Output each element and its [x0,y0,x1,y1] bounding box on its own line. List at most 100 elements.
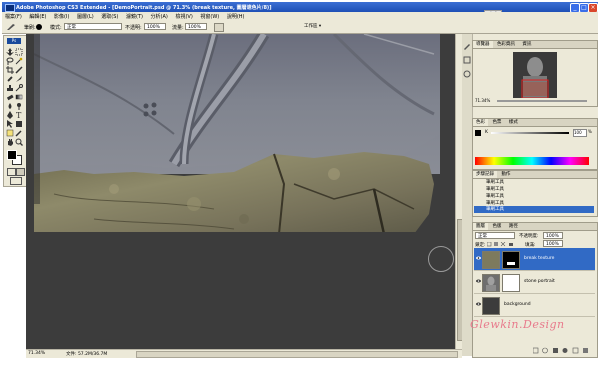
notes-tool-icon[interactable] [6,129,14,137]
layer-mask-thumbnail[interactable] [502,274,520,292]
crop-tool-icon[interactable] [6,66,14,74]
shape-tool-icon[interactable] [15,120,23,128]
flow-field[interactable]: 100% [185,23,207,30]
tab-info[interactable]: 資訊 [519,41,534,48]
layer-row-stone-portrait[interactable]: stone portrait [474,271,595,294]
healing-brush-tool-icon[interactable] [6,75,14,83]
visibility-eye-icon[interactable] [476,256,481,260]
color-panel-foreground[interactable] [475,130,481,136]
brush-preview-icon[interactable] [36,24,42,30]
menu-view[interactable]: 檢視(V) [172,12,195,21]
layers-panel: 圖層 色版 路徑 正常 不透明度: 100% 鎖定: 填滿: 100% brea… [472,222,598,358]
slice-tool-icon[interactable] [15,66,23,74]
menu-analysis[interactable]: 分析(A) [148,12,171,21]
opacity-label: 不透明: [125,25,142,31]
hand-tool-icon[interactable] [6,138,14,146]
layer-opacity-label: 不透明度: [519,234,539,239]
menu-edit[interactable]: 編輯(E) [26,12,49,21]
history-item[interactable]: 筆刷工具 [474,186,594,193]
menu-window[interactable]: 視窗(W) [197,12,222,21]
gradient-tool-icon[interactable] [15,93,23,101]
document-canvas[interactable] [34,34,440,234]
layer-thumbnail [482,297,500,315]
layer-row-background[interactable]: background [474,294,595,317]
toolbox: Ps T [3,35,27,187]
layer-opacity-field[interactable]: 100% [543,232,563,239]
tab-layers[interactable]: 圖層 [473,223,488,230]
tool-presets-panel-icon[interactable] [463,70,471,78]
horizontal-scrollbar[interactable] [136,351,458,358]
flow-label: 流量: [172,25,184,31]
clone-source-panel-icon[interactable] [463,56,471,64]
workspace-button[interactable]: 工作區 ▾ [302,23,332,30]
photoshop-app-icon [5,4,15,12]
type-tool-icon[interactable]: T [15,111,23,120]
status-zoom[interactable]: 71.34% [28,351,45,356]
layer-row-break-texture[interactable]: break texture [474,248,595,271]
layers-footer-buttons [532,347,595,354]
blur-tool-icon[interactable] [6,102,14,110]
foreground-color-swatch[interactable] [7,150,17,160]
eraser-tool-icon[interactable] [6,93,14,101]
menu-image[interactable]: 影像(I) [51,12,72,21]
quick-mask-icon[interactable] [16,168,25,176]
standard-mode-icon[interactable] [7,168,16,176]
blend-mode-select[interactable]: 正常 [475,232,515,239]
history-brush-tool-icon[interactable] [15,84,23,92]
menu-help[interactable]: 說明(H) [224,12,248,21]
navigator-zoom-slider[interactable] [497,100,587,102]
brushes-panel-icon[interactable] [463,42,471,50]
layer-thumbnail [482,251,500,269]
visibility-eye-icon[interactable] [476,279,481,283]
zoom-tool-icon[interactable] [15,138,23,146]
tab-color[interactable]: 色彩 [473,119,488,126]
history-item-active[interactable]: 筆刷工具 [474,206,594,213]
pen-tool-icon[interactable] [6,111,14,119]
menu-select[interactable]: 選取(S) [98,12,121,21]
tab-channels[interactable]: 色版 [489,223,504,230]
menu-filter[interactable]: 濾鏡(T) [123,12,146,21]
move-tool-icon[interactable] [6,48,14,56]
menu-file[interactable]: 檔案(F) [2,12,25,21]
mode-label: 模式: [50,25,62,31]
channel-slider[interactable] [491,132,569,134]
brush-tool-icon[interactable] [15,75,23,83]
visibility-eye-icon[interactable] [476,302,481,306]
airbrush-icon[interactable] [214,23,224,32]
brush-tool-preset-icon[interactable] [6,23,16,31]
mode-select[interactable]: 正常 [64,23,122,30]
lasso-tool-icon[interactable] [6,57,14,65]
navigator-zoom-value[interactable]: 71.34% [475,98,490,103]
navigator-thumbnail[interactable] [513,52,557,99]
navigator-panel: 導覽器 色彩資訊 資訊 71.34% [472,40,598,107]
history-panel: 步驟記錄 動作 筆刷工具 筆刷工具 筆刷工具 筆刷工具 筆刷工具 [472,170,598,217]
channel-value[interactable]: 100 [573,129,587,137]
color-spectrum-bar[interactable] [475,157,589,165]
tab-swatches[interactable]: 色票 [489,119,504,126]
layer-name[interactable]: stone portrait [524,279,555,284]
magic-wand-tool-icon[interactable] [15,57,23,65]
channel-percent: % [588,129,592,134]
lock-icons[interactable] [486,241,515,247]
tab-actions[interactable]: 動作 [498,171,513,178]
tab-history[interactable]: 步驟記錄 [473,171,497,178]
tab-styles[interactable]: 樣式 [506,119,521,126]
layer-mask-thumbnail[interactable] [502,251,520,269]
color-panel: 色彩 色票 樣式 K 100 % [472,118,598,170]
tab-navigator[interactable]: 導覽器 [473,41,493,48]
menu-layer[interactable]: 圖層(L) [74,12,97,21]
marquee-tool-icon[interactable] [15,48,23,56]
tab-histogram[interactable]: 色彩資訊 [494,41,518,48]
tab-paths[interactable]: 路徑 [506,223,521,230]
opacity-field[interactable]: 100% [144,23,166,30]
fill-field[interactable]: 100% [543,240,563,247]
history-item[interactable]: 筆刷工具 [474,179,594,186]
layer-name[interactable]: background [504,302,531,307]
dodge-tool-icon[interactable] [15,102,23,110]
screen-mode-icon[interactable] [10,177,22,185]
layer-name[interactable]: break texture [524,256,554,261]
eyedropper-tool-icon[interactable] [15,129,23,137]
path-selection-tool-icon[interactable] [6,120,14,128]
history-item[interactable]: 筆刷工具 [474,193,594,200]
clone-stamp-tool-icon[interactable] [6,84,14,92]
